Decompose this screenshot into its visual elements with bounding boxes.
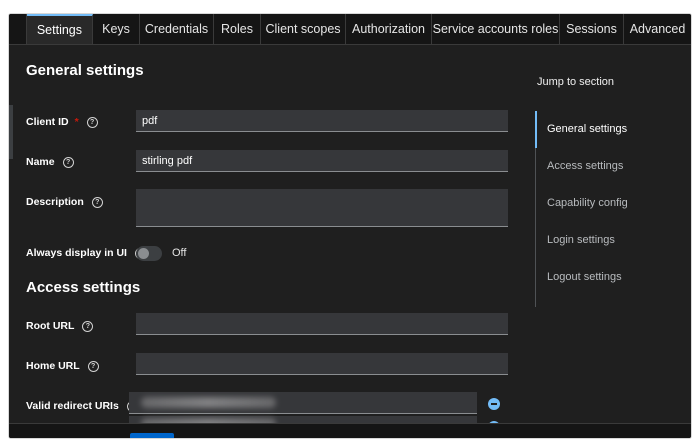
tab-credentials[interactable]: Credentials bbox=[140, 14, 214, 44]
client-id-label: Client ID * ? bbox=[26, 116, 98, 128]
home-url-input[interactable] bbox=[136, 353, 508, 375]
jump-link-login-settings[interactable]: Login settings bbox=[547, 234, 615, 246]
root-url-label-text: Root URL bbox=[26, 320, 75, 332]
description-textarea[interactable] bbox=[136, 189, 508, 227]
tab-service-accounts-roles[interactable]: Service accounts roles bbox=[432, 14, 560, 44]
description-label-text: Description bbox=[26, 196, 84, 208]
valid-redirect-label: Valid redirect URIs ? bbox=[26, 400, 138, 412]
tab-client-scopes[interactable]: Client scopes bbox=[261, 14, 346, 44]
tab-bar-spacer bbox=[9, 14, 27, 44]
app-window: Settings Keys Credentials Roles Client s… bbox=[9, 14, 691, 438]
jump-active-indicator bbox=[535, 111, 537, 148]
toggle-knob bbox=[138, 248, 149, 259]
tab-roles[interactable]: Roles bbox=[214, 14, 261, 44]
name-input[interactable] bbox=[136, 150, 508, 172]
root-url-input[interactable] bbox=[136, 313, 508, 335]
always-display-label: Always display in UI ? bbox=[26, 247, 146, 259]
access-settings-heading: Access settings bbox=[26, 279, 141, 296]
tab-advanced[interactable]: Advanced bbox=[624, 14, 691, 44]
save-button[interactable] bbox=[130, 433, 174, 438]
client-id-input[interactable] bbox=[136, 110, 508, 132]
always-display-toggle[interactable] bbox=[136, 246, 162, 261]
jump-to-section-title: Jump to section bbox=[537, 76, 615, 88]
home-url-label: Home URL ? bbox=[26, 360, 99, 372]
general-settings-heading: General settings bbox=[26, 62, 144, 79]
left-scroll-strip bbox=[9, 105, 13, 159]
jump-link-logout-settings[interactable]: Logout settings bbox=[547, 271, 622, 283]
home-url-label-text: Home URL bbox=[26, 360, 80, 372]
tab-bar: Settings Keys Credentials Roles Client s… bbox=[9, 14, 691, 45]
redacted-value bbox=[141, 397, 276, 408]
help-icon[interactable]: ? bbox=[87, 360, 99, 372]
valid-redirect-label-text: Valid redirect URIs bbox=[26, 400, 119, 412]
client-id-label-text: Client ID bbox=[26, 116, 69, 128]
help-icon[interactable]: ? bbox=[82, 320, 94, 332]
always-display-label-text: Always display in UI bbox=[26, 247, 127, 259]
name-label-text: Name bbox=[26, 156, 55, 168]
bottom-action-bar bbox=[9, 423, 691, 438]
tab-authorization[interactable]: Authorization bbox=[346, 14, 432, 44]
settings-content: General settings Client ID * ? Name ? De… bbox=[9, 45, 691, 438]
description-label: Description ? bbox=[26, 196, 103, 208]
help-icon[interactable]: ? bbox=[62, 156, 74, 168]
jump-link-general-settings[interactable]: General settings bbox=[547, 123, 627, 135]
help-icon[interactable]: ? bbox=[86, 116, 98, 128]
help-icon[interactable]: ? bbox=[91, 196, 103, 208]
tab-sessions[interactable]: Sessions bbox=[560, 14, 624, 44]
jump-link-access-settings[interactable]: Access settings bbox=[547, 160, 623, 172]
name-label: Name ? bbox=[26, 156, 74, 168]
root-url-label: Root URL ? bbox=[26, 320, 94, 332]
tab-keys[interactable]: Keys bbox=[93, 14, 140, 44]
always-display-state: Off bbox=[172, 247, 187, 259]
tab-settings[interactable]: Settings bbox=[26, 14, 93, 44]
remove-redirect-uri-button-1[interactable] bbox=[488, 398, 500, 410]
redirect-uri-input-1[interactable] bbox=[129, 392, 477, 414]
jump-link-capability-config[interactable]: Capability config bbox=[547, 197, 628, 209]
required-asterisk: * bbox=[74, 116, 79, 128]
